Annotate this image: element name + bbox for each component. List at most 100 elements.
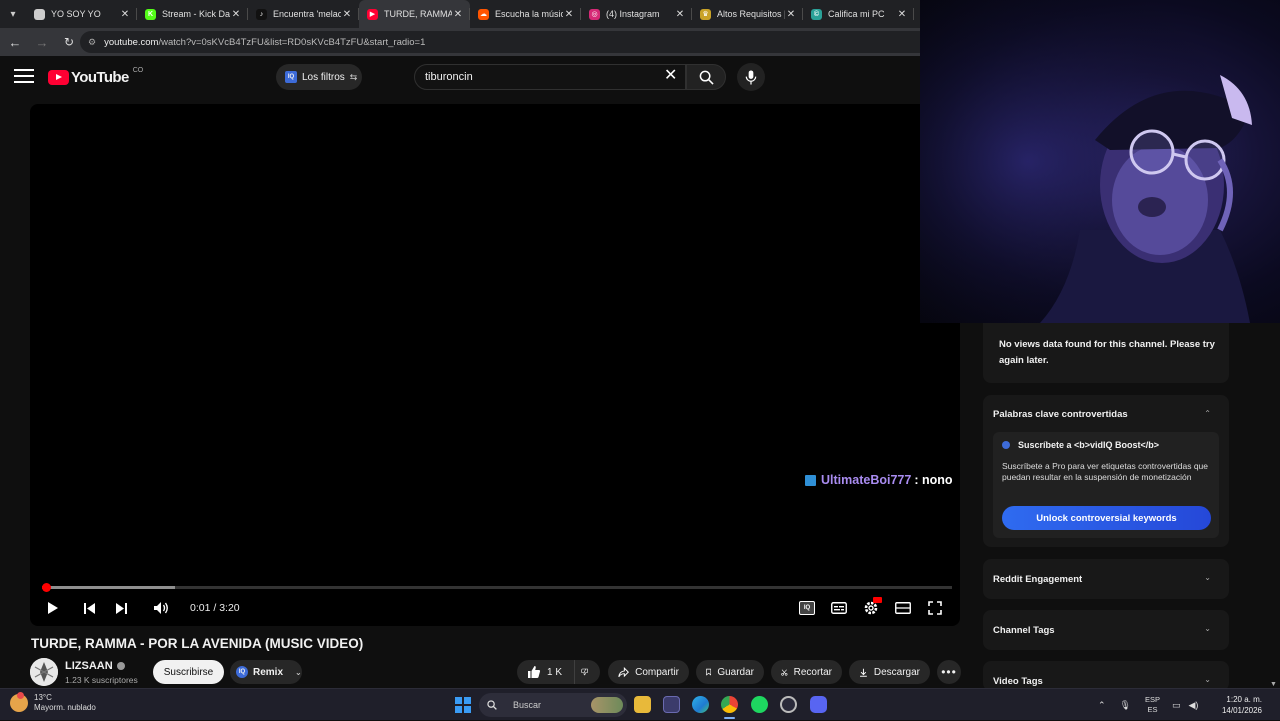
spotify-icon[interactable] xyxy=(751,696,768,713)
boost-title: Suscríbete a <b>vidIQ Boost</b> xyxy=(1018,440,1160,450)
webcam-feed-image xyxy=(920,0,1280,323)
subtitles-button[interactable] xyxy=(830,600,848,616)
download-button[interactable]: Descargar xyxy=(849,660,930,684)
fullscreen-button[interactable] xyxy=(926,600,944,616)
theater-mode-icon xyxy=(895,602,911,614)
play-button[interactable] xyxy=(46,600,60,616)
video-player[interactable]: UltimateBoi777 : nono 0:01 / 3:20 IQ xyxy=(30,104,960,626)
language-indicator[interactable]: ESP ES xyxy=(1145,695,1160,715)
like-button[interactable]: 1 K xyxy=(517,660,574,684)
system-clock[interactable]: 1:20 a. m. 14/01/2026 xyxy=(1206,694,1262,716)
back-arrow-icon[interactable]: ← xyxy=(3,35,27,50)
taskbar-search-box[interactable]: Buscar xyxy=(479,693,627,717)
microphone-tray-icon[interactable]: 🎙 xyxy=(1120,700,1131,711)
taskbar-search-placeholder: Buscar xyxy=(513,700,542,710)
tab-title: Altos Requisitos | xyxy=(717,9,785,19)
browser-tab[interactable]: ▶ TURDE, RAMMA ✕ xyxy=(359,0,470,28)
volume-tray-icon[interactable]: ◀) xyxy=(1189,700,1199,711)
file-explorer-icon[interactable] xyxy=(634,696,651,713)
browser-tab[interactable]: YO SOY YO ✕ xyxy=(26,0,137,28)
chrome-icon[interactable] xyxy=(721,696,738,713)
edge-icon[interactable] xyxy=(692,696,709,713)
time-display: 0:01 / 3:20 xyxy=(190,602,240,614)
browser-tab[interactable]: ◎ (4) Instagram ✕ xyxy=(581,0,692,28)
subscribe-button[interactable]: Suscribirse xyxy=(153,660,224,684)
forward-arrow-icon[interactable]: → xyxy=(30,35,54,50)
voice-search-button[interactable] xyxy=(737,63,765,91)
previous-button[interactable] xyxy=(81,600,97,616)
remix-button[interactable]: IQ Remix ⌄ xyxy=(230,660,302,684)
share-button[interactable]: Compartir xyxy=(608,660,689,684)
vidiq-player-button[interactable]: IQ xyxy=(798,600,816,616)
weather-cloud-icon xyxy=(10,692,28,712)
close-tab-icon[interactable]: ✕ xyxy=(674,9,686,20)
save-label: Guardar xyxy=(717,666,754,678)
vidiq-section-card[interactable]: Reddit Engagement ⌄ xyxy=(983,559,1229,599)
channel-name[interactable]: LIZSAAN xyxy=(65,660,125,672)
settings-button[interactable] xyxy=(862,597,882,616)
progress-bar[interactable] xyxy=(41,583,952,592)
chevron-up-icon[interactable]: ⌃ xyxy=(1204,409,1211,418)
chevron-down-icon[interactable]: ⌄ xyxy=(1204,624,1211,633)
close-tab-icon[interactable]: ✕ xyxy=(230,9,242,20)
vidiq-section-card[interactable]: Video Tags ⌄ xyxy=(983,661,1229,691)
boost-upsell-box: Suscríbete a <b>vidIQ Boost</b> Suscríbe… xyxy=(993,432,1219,538)
tab-favicon-icon: ♛ xyxy=(700,8,711,20)
theater-mode-button[interactable] xyxy=(894,600,912,616)
channel-avatar[interactable] xyxy=(30,658,58,686)
tab-favicon-icon: © xyxy=(811,8,822,20)
close-tab-icon[interactable]: ✕ xyxy=(452,9,464,20)
video-title: TURDE, RAMMA - POR LA AVENIDA (MUSIC VID… xyxy=(31,636,364,651)
browser-tab[interactable]: © Califica mi PC ✕ xyxy=(803,0,914,28)
vidiq-filters-button[interactable]: IQ Los filtros ⇆ xyxy=(276,64,362,90)
tab-title: TURDE, RAMMA xyxy=(384,9,452,19)
close-tab-icon[interactable]: ✕ xyxy=(896,9,908,20)
discord-icon[interactable] xyxy=(810,696,827,713)
site-info-icon[interactable]: ⚙ xyxy=(88,37,96,48)
browser-tab[interactable]: K Stream - Kick Da ✕ xyxy=(137,0,248,28)
sidebar-scrollbar[interactable]: ▼ xyxy=(1268,323,1280,688)
controversial-keywords-title: Palabras clave controvertidas xyxy=(993,409,1128,420)
clear-search-icon[interactable]: ✕ xyxy=(664,67,677,85)
search-input[interactable]: tiburoncin xyxy=(414,64,686,90)
browser-tab[interactable]: ☁ Escucha la músic ✕ xyxy=(470,0,581,28)
browser-tab[interactable]: ♛ Altos Requisitos | ✕ xyxy=(692,0,803,28)
search-button[interactable] xyxy=(686,64,726,90)
chevron-down-icon[interactable]: ⌄ xyxy=(1204,675,1211,684)
browser-tab[interactable]: ♪ Encuentra 'melao ✕ xyxy=(248,0,359,28)
sliders-icon: ⇆ xyxy=(349,71,358,82)
microsoft-store-icon[interactable] xyxy=(663,696,680,713)
tray-overflow-chevron-icon[interactable]: ⌃ xyxy=(1098,700,1106,711)
country-code: CO xyxy=(132,67,144,74)
next-button[interactable] xyxy=(113,600,129,616)
save-button[interactable]: Guardar xyxy=(696,660,764,684)
youtube-logo[interactable]: YouTube CO xyxy=(48,67,144,86)
steam-icon[interactable] xyxy=(780,696,797,713)
dislike-button[interactable] xyxy=(574,660,600,684)
boost-description: Suscríbete a Pro para ver etiquetas cont… xyxy=(1002,461,1209,482)
no-views-message: No views data found for this channel. Pl… xyxy=(999,339,1215,366)
unlock-keywords-button[interactable]: Unlock controversial keywords xyxy=(1002,506,1211,530)
scrubber-handle[interactable] xyxy=(41,583,51,592)
reload-icon[interactable]: ↻ xyxy=(57,35,81,49)
tab-search-icon[interactable]: ▾ xyxy=(0,0,26,28)
close-tab-icon[interactable]: ✕ xyxy=(563,9,575,20)
close-tab-icon[interactable]: ✕ xyxy=(785,9,797,20)
network-icon[interactable]: ▭ xyxy=(1172,700,1181,711)
tab-favicon-icon: ▶ xyxy=(367,8,378,20)
fullscreen-icon xyxy=(928,601,942,615)
scroll-down-arrow-icon[interactable]: ▼ xyxy=(1270,681,1277,688)
channel-name-text: LIZSAAN xyxy=(65,660,113,672)
start-button[interactable] xyxy=(455,697,471,713)
close-tab-icon[interactable]: ✕ xyxy=(119,9,131,20)
controversial-keywords-card: Palabras clave controvertidas ⌃ Suscríbe… xyxy=(983,395,1229,547)
close-tab-icon[interactable]: ✕ xyxy=(341,9,353,20)
clip-button[interactable]: Recortar xyxy=(771,660,842,684)
address-bar[interactable]: ⚙ youtube.com/watch?v=0sKVcB4TzFU&list=R… xyxy=(80,31,920,53)
weather-widget[interactable]: 13°C Mayorm. nublado xyxy=(10,692,96,713)
vidiq-section-card[interactable]: Channel Tags ⌄ xyxy=(983,610,1229,650)
menu-icon[interactable] xyxy=(14,69,34,85)
chevron-down-icon[interactable]: ⌄ xyxy=(1204,573,1211,582)
volume-button[interactable] xyxy=(151,600,171,616)
more-actions-button[interactable]: ••• xyxy=(937,660,961,684)
